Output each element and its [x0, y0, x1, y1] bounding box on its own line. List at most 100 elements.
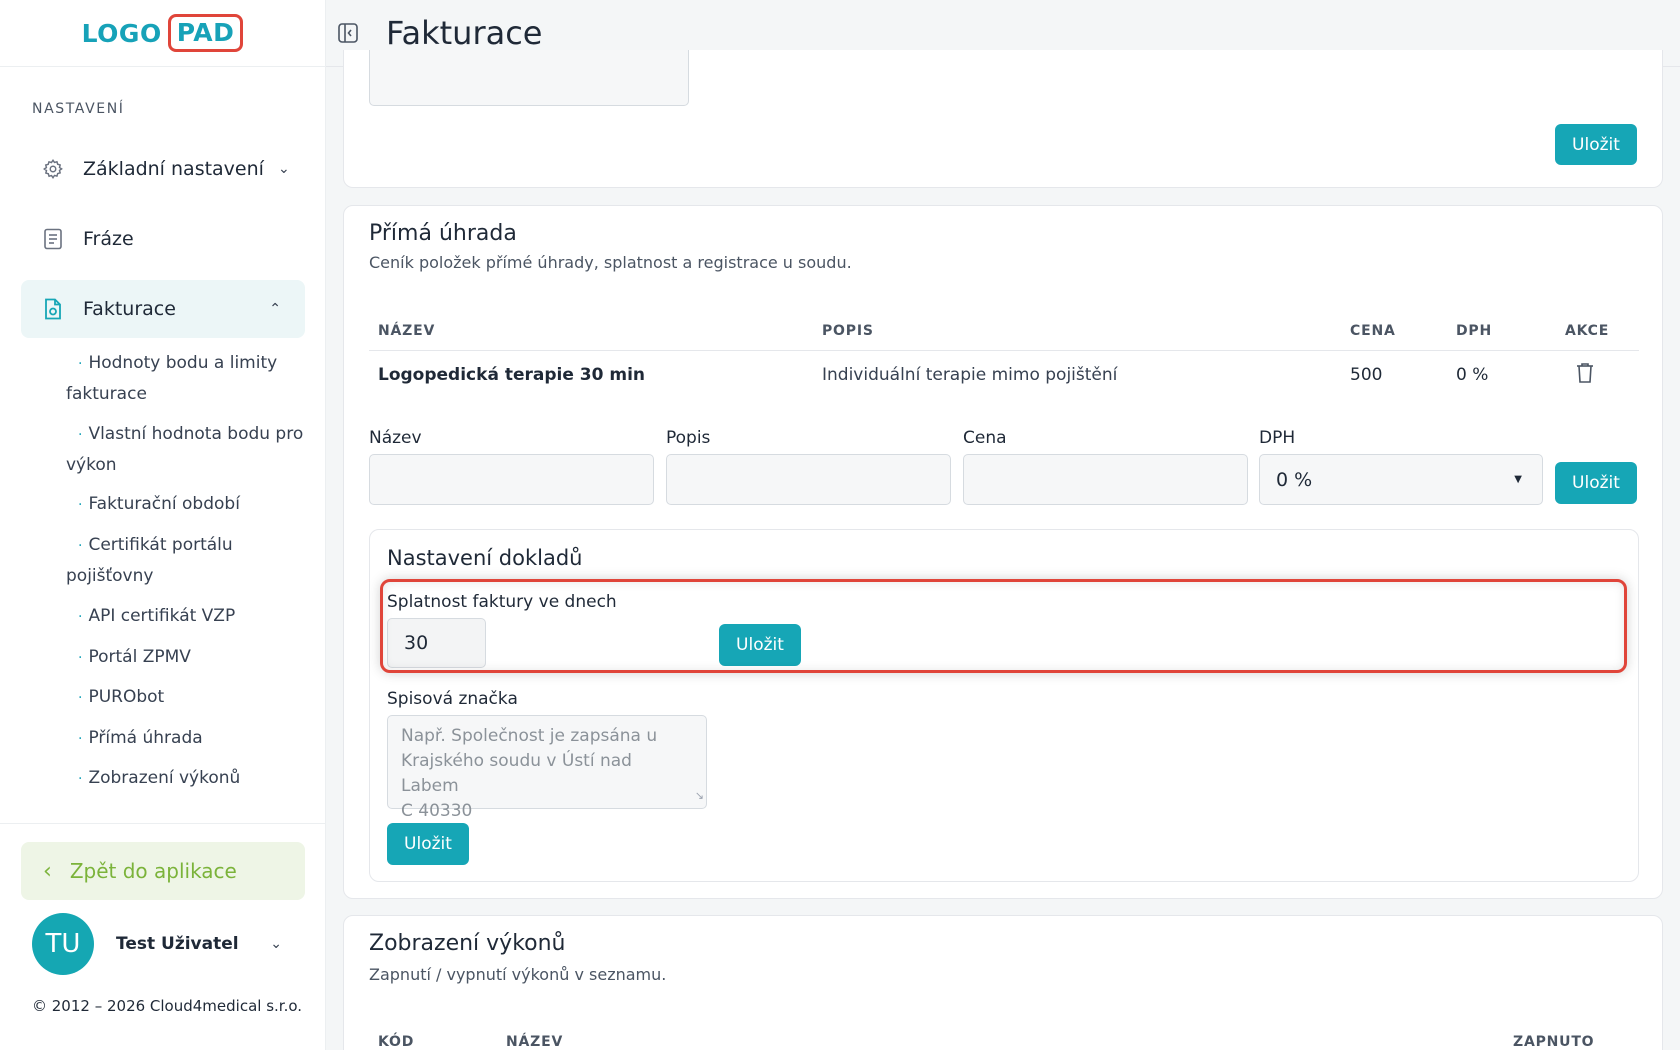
vat-select-value: 0 %	[1276, 468, 1313, 491]
caret-down-icon: ▼	[1514, 474, 1522, 485]
bullet-icon: ·	[78, 650, 83, 666]
sidebar-subitem-label: Portál ZPMV	[88, 647, 191, 667]
bullet-icon: ·	[78, 497, 83, 513]
sidebar-subitem-label: Certifikát portálu	[88, 535, 233, 555]
sidebar-subitem-label-line2: pojišťovny	[66, 566, 154, 586]
sidebar-item-label: Základní nastavení	[83, 158, 264, 180]
logo-text-pad: PAD	[167, 14, 244, 52]
card-title: Přímá úhrada	[369, 221, 517, 246]
sidebar-divider	[0, 823, 326, 824]
user-menu[interactable]: TU Test Uživatel ⌄	[32, 913, 302, 975]
card-subtitle: Zapnutí / vypnutí výkonů v seznamu.	[369, 965, 667, 984]
sidebar-subitem-label: Hodnoty bodu a limity	[88, 353, 278, 373]
spisova-textarea[interactable]: Např. Společnost je zapsána u Krajského …	[387, 715, 707, 821]
table-header-divider	[369, 350, 1639, 351]
sidebar-subitem-zobrazeni-vykonu[interactable]: · Zobrazení výkonů	[78, 763, 304, 794]
sidebar-subitem-portal-zpmv[interactable]: · Portál ZPMV	[78, 642, 304, 673]
logo-text-logo: LOGO	[81, 18, 162, 48]
column-header-price: CENA	[1350, 323, 1396, 339]
column-header-name: NÁZEV	[378, 323, 436, 339]
bullet-icon: ·	[78, 690, 83, 706]
sidebar: LOGO PAD NASTAVENÍ Základní nastavení ⌄ …	[0, 0, 326, 1050]
zobrazeni-vykonu-card: Zobrazení výkonů Zapnutí / vypnutí výkon…	[343, 915, 1663, 1050]
sidebar-subitem-fakturacni-obdobi[interactable]: · Fakturační období	[78, 489, 304, 520]
document-icon	[41, 228, 65, 250]
sidebar-subitem-api-certifikat[interactable]: · API certifikát VZP	[78, 601, 304, 632]
chevron-down-icon: ⌄	[277, 161, 290, 177]
vat-label: DPH	[1259, 428, 1296, 448]
sidebar-section-label: NASTAVENÍ	[32, 101, 125, 117]
resize-handle-icon[interactable]: ↘	[695, 783, 704, 808]
cell-price: 500	[1350, 365, 1383, 385]
gear-icon	[41, 158, 65, 180]
sidebar-item-zakladni-nastaveni[interactable]: Základní nastavení ⌄	[21, 140, 305, 198]
sidebar-item-label: Fráze	[83, 228, 134, 250]
sidebar-subitem-label: Vlastní hodnota bodu pro	[88, 424, 304, 444]
bullet-icon: ·	[78, 427, 83, 443]
add-item-save-button[interactable]: Uložit	[1555, 462, 1637, 504]
name-input[interactable]	[369, 454, 654, 505]
sidebar-subitem-label: Zobrazení výkonů	[88, 768, 241, 788]
card-subtitle: Ceník položek přímé úhrady, splatnost a …	[369, 253, 852, 272]
focus-highlight-box	[380, 579, 1627, 673]
sidebar-collapse-icon[interactable]	[336, 21, 360, 45]
sidebar-item-fakturace[interactable]: Fakturace ⌃	[21, 280, 305, 338]
cell-name: Logopedická terapie 30 min	[378, 365, 646, 385]
name-label: Název	[369, 428, 422, 448]
invoice-icon	[41, 298, 65, 320]
previous-input[interactable]	[369, 50, 689, 106]
spisova-save-button[interactable]: Uložit	[387, 823, 469, 865]
bullet-icon: ·	[78, 356, 83, 372]
chevron-up-icon: ⌃	[269, 301, 281, 317]
column-header-name: NÁZEV	[506, 1034, 564, 1050]
card-title: Nastavení dokladů	[387, 546, 583, 570]
sidebar-subitem-label-line2: výkon	[66, 455, 117, 475]
logo-area: LOGO PAD	[0, 0, 325, 67]
avatar: TU	[32, 913, 94, 975]
page-title: Fakturace	[386, 14, 543, 52]
sidebar-subitem-vlastni-hodnota[interactable]: · Vlastní hodnota bodu pro výkon	[66, 419, 304, 480]
sidebar-subitem-label: Přímá úhrada	[88, 728, 203, 748]
chevron-left-icon: ‹	[43, 858, 52, 884]
user-name: Test Uživatel	[116, 934, 239, 954]
back-to-app-button[interactable]: ‹ Zpět do aplikace	[21, 842, 305, 900]
sidebar-subitem-label: API certifikát VZP	[88, 606, 236, 626]
price-label: Cena	[963, 428, 1007, 448]
back-to-app-label: Zpět do aplikace	[69, 859, 237, 883]
previous-settings-card: Uložit	[343, 50, 1663, 188]
bullet-icon: ·	[78, 538, 83, 554]
cell-vat: 0 %	[1456, 365, 1489, 385]
bullet-icon: ·	[78, 731, 83, 747]
sidebar-subitem-label-line2: fakturace	[66, 384, 147, 404]
prima-uhrada-card: Přímá úhrada Ceník položek přímé úhrady,…	[343, 205, 1663, 899]
cell-desc: Individuální terapie mimo pojištění	[822, 365, 1118, 385]
sidebar-subitem-label: Fakturační období	[88, 494, 240, 514]
logo[interactable]: LOGO PAD	[82, 14, 244, 52]
sidebar-subitem-purobot[interactable]: · PURObot	[78, 682, 304, 713]
column-header-action: AKCE	[1565, 323, 1610, 339]
spisova-label: Spisová značka	[387, 689, 518, 709]
save-button[interactable]: Uložit	[1555, 124, 1637, 165]
bullet-icon: ·	[78, 771, 83, 787]
vat-select[interactable]: 0 % ▼	[1259, 454, 1543, 505]
bullet-icon: ·	[78, 609, 83, 625]
placeholder-line: C 40330	[401, 801, 473, 821]
placeholder-line: Např. Společnost je zapsána u	[401, 726, 658, 746]
sidebar-item-label: Fakturace	[83, 298, 176, 320]
desc-label: Popis	[666, 428, 711, 448]
sidebar-subitem-certifikat-portalu[interactable]: · Certifikát portálu pojišťovny	[66, 530, 304, 591]
placeholder-line: Krajského soudu v Ústí nad Labem	[401, 751, 632, 796]
sidebar-subitem-prima-uhrada[interactable]: · Přímá úhrada	[78, 723, 304, 754]
sidebar-item-fraze[interactable]: Fráze	[21, 210, 305, 268]
column-header-vat: DPH	[1456, 323, 1492, 339]
copyright: © 2012 – 2026 Cloud4medical s.r.o.	[32, 997, 303, 1015]
sidebar-subitem-hodnoty-bodu[interactable]: · Hodnoty bodu a limity fakturace	[66, 348, 304, 409]
column-header-enabled: ZAPNUTO	[1513, 1034, 1595, 1050]
trash-icon[interactable]	[1575, 362, 1595, 388]
card-title: Zobrazení výkonů	[369, 931, 566, 956]
desc-input[interactable]	[666, 454, 951, 505]
sidebar-subitem-label: PURObot	[88, 687, 165, 707]
column-header-code: KÓD	[378, 1034, 415, 1050]
price-input[interactable]	[963, 454, 1248, 505]
chevron-down-icon: ⌄	[270, 936, 282, 952]
